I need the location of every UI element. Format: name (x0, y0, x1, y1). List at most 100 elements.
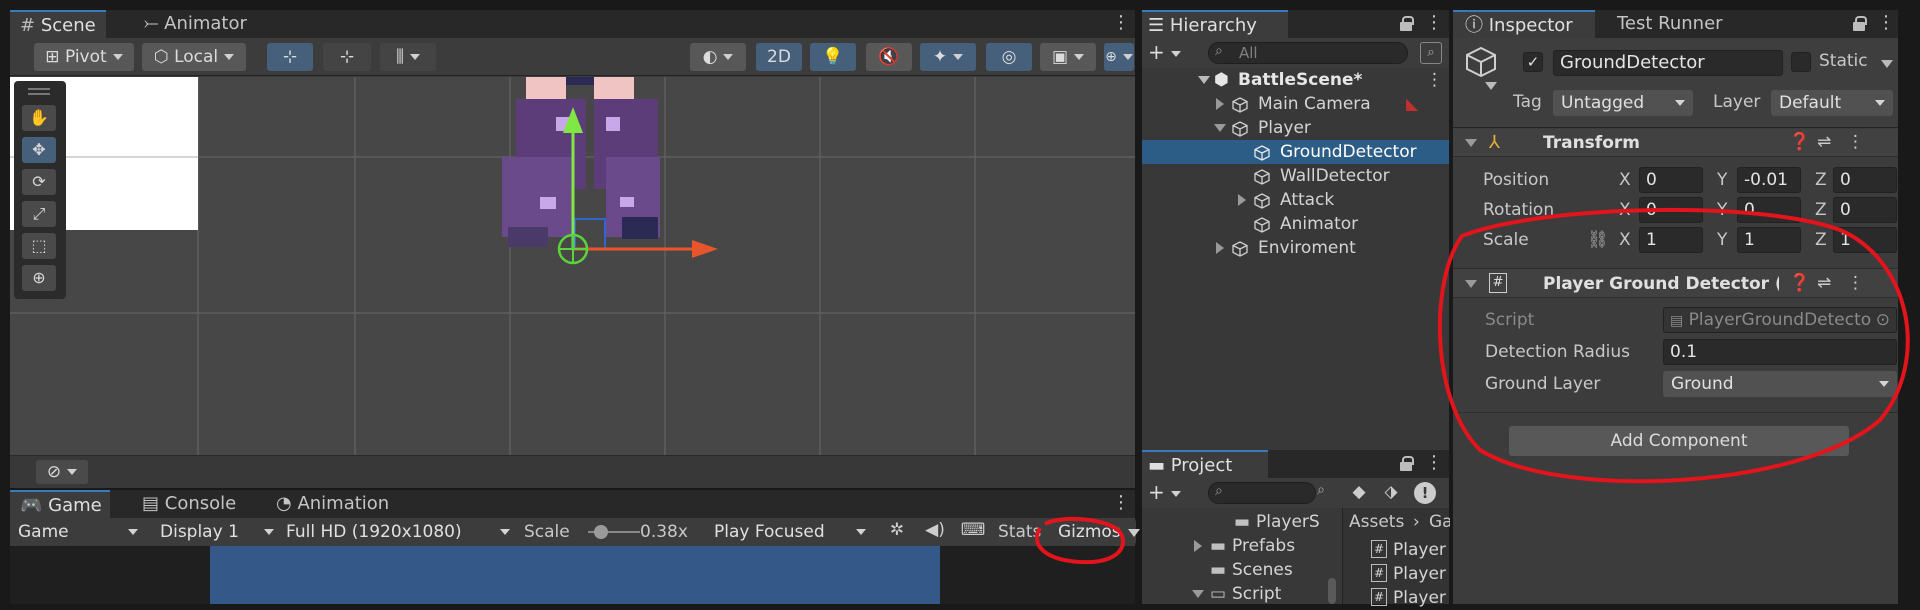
position-z-field[interactable]: 0 (1833, 167, 1897, 193)
collapse-arrow-icon[interactable] (1465, 280, 1477, 288)
search-by-type-icon[interactable]: ⌕ (1420, 42, 1442, 64)
warning-filter-icon[interactable]: ! (1414, 482, 1436, 504)
orientation-button[interactable]: ⊘ (36, 460, 88, 484)
script-component-header[interactable]: # Player Ground Detector (Scri ❓ ⇌ ⋮ (1453, 268, 1898, 298)
scale-tool-icon[interactable]: ⤢ (22, 201, 56, 227)
folder-item[interactable]: ▬ PlayerS (1142, 510, 1342, 534)
tab-project[interactable]: ▬ Project (1142, 450, 1268, 478)
transform-tool-icon[interactable]: ⊕ (22, 265, 56, 291)
expand-arrow-icon[interactable] (1214, 124, 1226, 132)
search-type-icon[interactable]: ⌕ (1310, 482, 1332, 504)
object-picker-icon[interactable]: ⊙ (1876, 308, 1890, 332)
create-button[interactable]: + (1148, 40, 1190, 64)
inspector-more-icon[interactable]: ⋮ (1877, 10, 1895, 38)
tab-animation[interactable]: ◔ Animation (266, 490, 399, 518)
grid-visibility-button[interactable]: ⫼ (380, 43, 436, 71)
tab-test-runner[interactable]: Test Runner (1605, 10, 1733, 38)
increment-snap-button[interactable]: ⊹ (323, 43, 371, 71)
expand-arrow-icon[interactable] (1238, 194, 1246, 206)
object-name-field[interactable]: GroundDetector (1553, 50, 1783, 76)
tab-hierarchy[interactable]: ☰ Hierarchy (1142, 10, 1288, 38)
effects-toggle-button[interactable]: ✦ (920, 43, 976, 71)
tab-animator[interactable]: ⤚ Animator (134, 10, 257, 38)
grid-snap-button[interactable]: ⊹ (267, 43, 313, 71)
constrain-proportions-icon[interactable]: ⛓ (1587, 230, 1609, 250)
static-checkbox[interactable] (1791, 52, 1811, 72)
hierarchy-item-wall-detector[interactable]: WallDetector (1142, 164, 1449, 188)
audio-toggle-button[interactable]: 🔇 (866, 43, 912, 71)
hierarchy-more-icon[interactable]: ⋮ (1425, 10, 1443, 38)
folder-item[interactable]: ▬ Prefabs (1142, 534, 1342, 558)
game-more-options-icon[interactable]: ⋮ (1112, 490, 1130, 518)
file-item[interactable]: # Player (1343, 562, 1450, 586)
scene-more-icon[interactable]: ⋮ (1426, 68, 1443, 92)
hierarchy-item-player[interactable]: Player (1142, 116, 1449, 140)
script-help-icon[interactable]: ❓ (1789, 273, 1810, 293)
scale-y-field[interactable]: 1 (1737, 227, 1801, 253)
scene-visibility-button[interactable]: ◎ (986, 43, 1032, 71)
hierarchy-item-enviroment[interactable]: Enviroment (1142, 236, 1449, 260)
active-checkbox[interactable]: ✓ (1523, 52, 1543, 72)
shading-mode-button[interactable]: ◐ (690, 43, 746, 71)
project-more-icon[interactable]: ⋮ (1425, 450, 1443, 478)
hierarchy-item-main-camera[interactable]: Main Camera ◣ (1142, 92, 1449, 116)
game-view-dropdown[interactable]: Game (10, 519, 146, 545)
play-focused-dropdown[interactable]: Play Focused (706, 519, 874, 545)
more-options-icon[interactable]: ⋮ (1112, 10, 1130, 38)
file-item[interactable]: # Player (1343, 538, 1450, 562)
rect-tool-icon[interactable]: ⬚ (22, 233, 56, 259)
stats-button[interactable]: Stats (998, 522, 1041, 542)
display-dropdown[interactable]: Display 1 (152, 519, 282, 545)
label-tag-icon[interactable]: ⬗ (1380, 482, 1402, 504)
rotate-tool-icon[interactable]: ⟳ (22, 169, 56, 195)
hand-tool-icon[interactable]: ✋ (22, 105, 56, 131)
icon-dropdown-arrow-icon[interactable] (1485, 82, 1497, 90)
collapse-arrow-icon[interactable] (1465, 139, 1477, 147)
bug-icon[interactable]: ✲ (880, 520, 914, 544)
lock-icon[interactable] (1400, 16, 1414, 31)
project-lock-icon[interactable] (1400, 456, 1414, 471)
position-y-field[interactable]: -0.01 (1737, 167, 1801, 193)
script-component-menu-icon[interactable]: ⋮ (1847, 273, 1864, 293)
position-x-field[interactable]: 0 (1639, 167, 1703, 193)
scale-slider-thumb[interactable] (594, 525, 608, 539)
inspector-lock-icon[interactable] (1853, 16, 1867, 31)
move-tool-icon[interactable]: ✥ (22, 137, 56, 163)
add-component-button[interactable]: Add Component (1509, 426, 1849, 456)
expand-arrow-icon[interactable] (1198, 76, 1210, 84)
breadcrumb-assets[interactable]: Assets (1349, 508, 1404, 536)
rotation-y-field[interactable]: 0 (1737, 197, 1801, 223)
file-item[interactable]: # Player (1343, 586, 1450, 610)
hierarchy-item-ground-detector[interactable]: GroundDetector (1142, 140, 1449, 164)
tab-scene[interactable]: # Scene (10, 10, 106, 38)
gizmos-scene-button[interactable]: ⊕ (1104, 43, 1134, 71)
tab-console[interactable]: ▤ Console (132, 490, 246, 518)
hierarchy-item-animator[interactable]: Animator (1142, 212, 1449, 236)
expand-arrow-icon[interactable] (1216, 242, 1224, 254)
project-create-button[interactable]: + (1148, 480, 1190, 504)
pivot-dropdown[interactable]: ⊞ Pivot (34, 43, 134, 71)
scale-z-field[interactable]: 1 (1833, 227, 1897, 253)
folder-scrollbar[interactable] (1328, 578, 1336, 604)
ground-layer-dropdown[interactable]: Ground (1663, 371, 1897, 397)
gizmos-button[interactable]: Gizmos (1050, 519, 1136, 545)
scale-x-field[interactable]: 1 (1639, 227, 1703, 253)
detection-radius-field[interactable]: 0.1 (1663, 339, 1897, 365)
lighting-toggle-button[interactable]: 💡 (810, 43, 856, 71)
folder-item[interactable]: ▬ Scenes (1142, 558, 1342, 582)
scene-row[interactable]: ⬢ BattleScene* ⋮ (1142, 68, 1449, 92)
gizmos-dropdown-arrow-icon[interactable] (1128, 529, 1140, 537)
scene-viewport[interactable]: ✋ ✥ ⟳ ⤢ ⬚ ⊕ (10, 77, 1135, 455)
transform-header[interactable]: ⅄ Transform ❓ ⇌ ⋮ (1453, 129, 1898, 157)
project-search-input[interactable]: ⌕ (1208, 482, 1316, 504)
folder-item[interactable]: ▭ Script (1142, 582, 1342, 606)
breadcrumb-current[interactable]: Ga (1429, 508, 1450, 536)
filter-type-icon[interactable]: ◆ (1348, 482, 1370, 504)
preset-icon[interactable]: ⇌ (1817, 132, 1831, 152)
speaker-icon[interactable]: ◀) (918, 520, 952, 544)
2d-toggle-button[interactable]: 2D (756, 43, 802, 71)
camera-settings-button[interactable]: ▣ (1040, 43, 1096, 71)
rotation-z-field[interactable]: 0 (1833, 197, 1897, 223)
tab-inspector[interactable]: ⓘ Inspector (1453, 10, 1595, 38)
resolution-dropdown[interactable]: Full HD (1920x1080) (278, 519, 518, 545)
